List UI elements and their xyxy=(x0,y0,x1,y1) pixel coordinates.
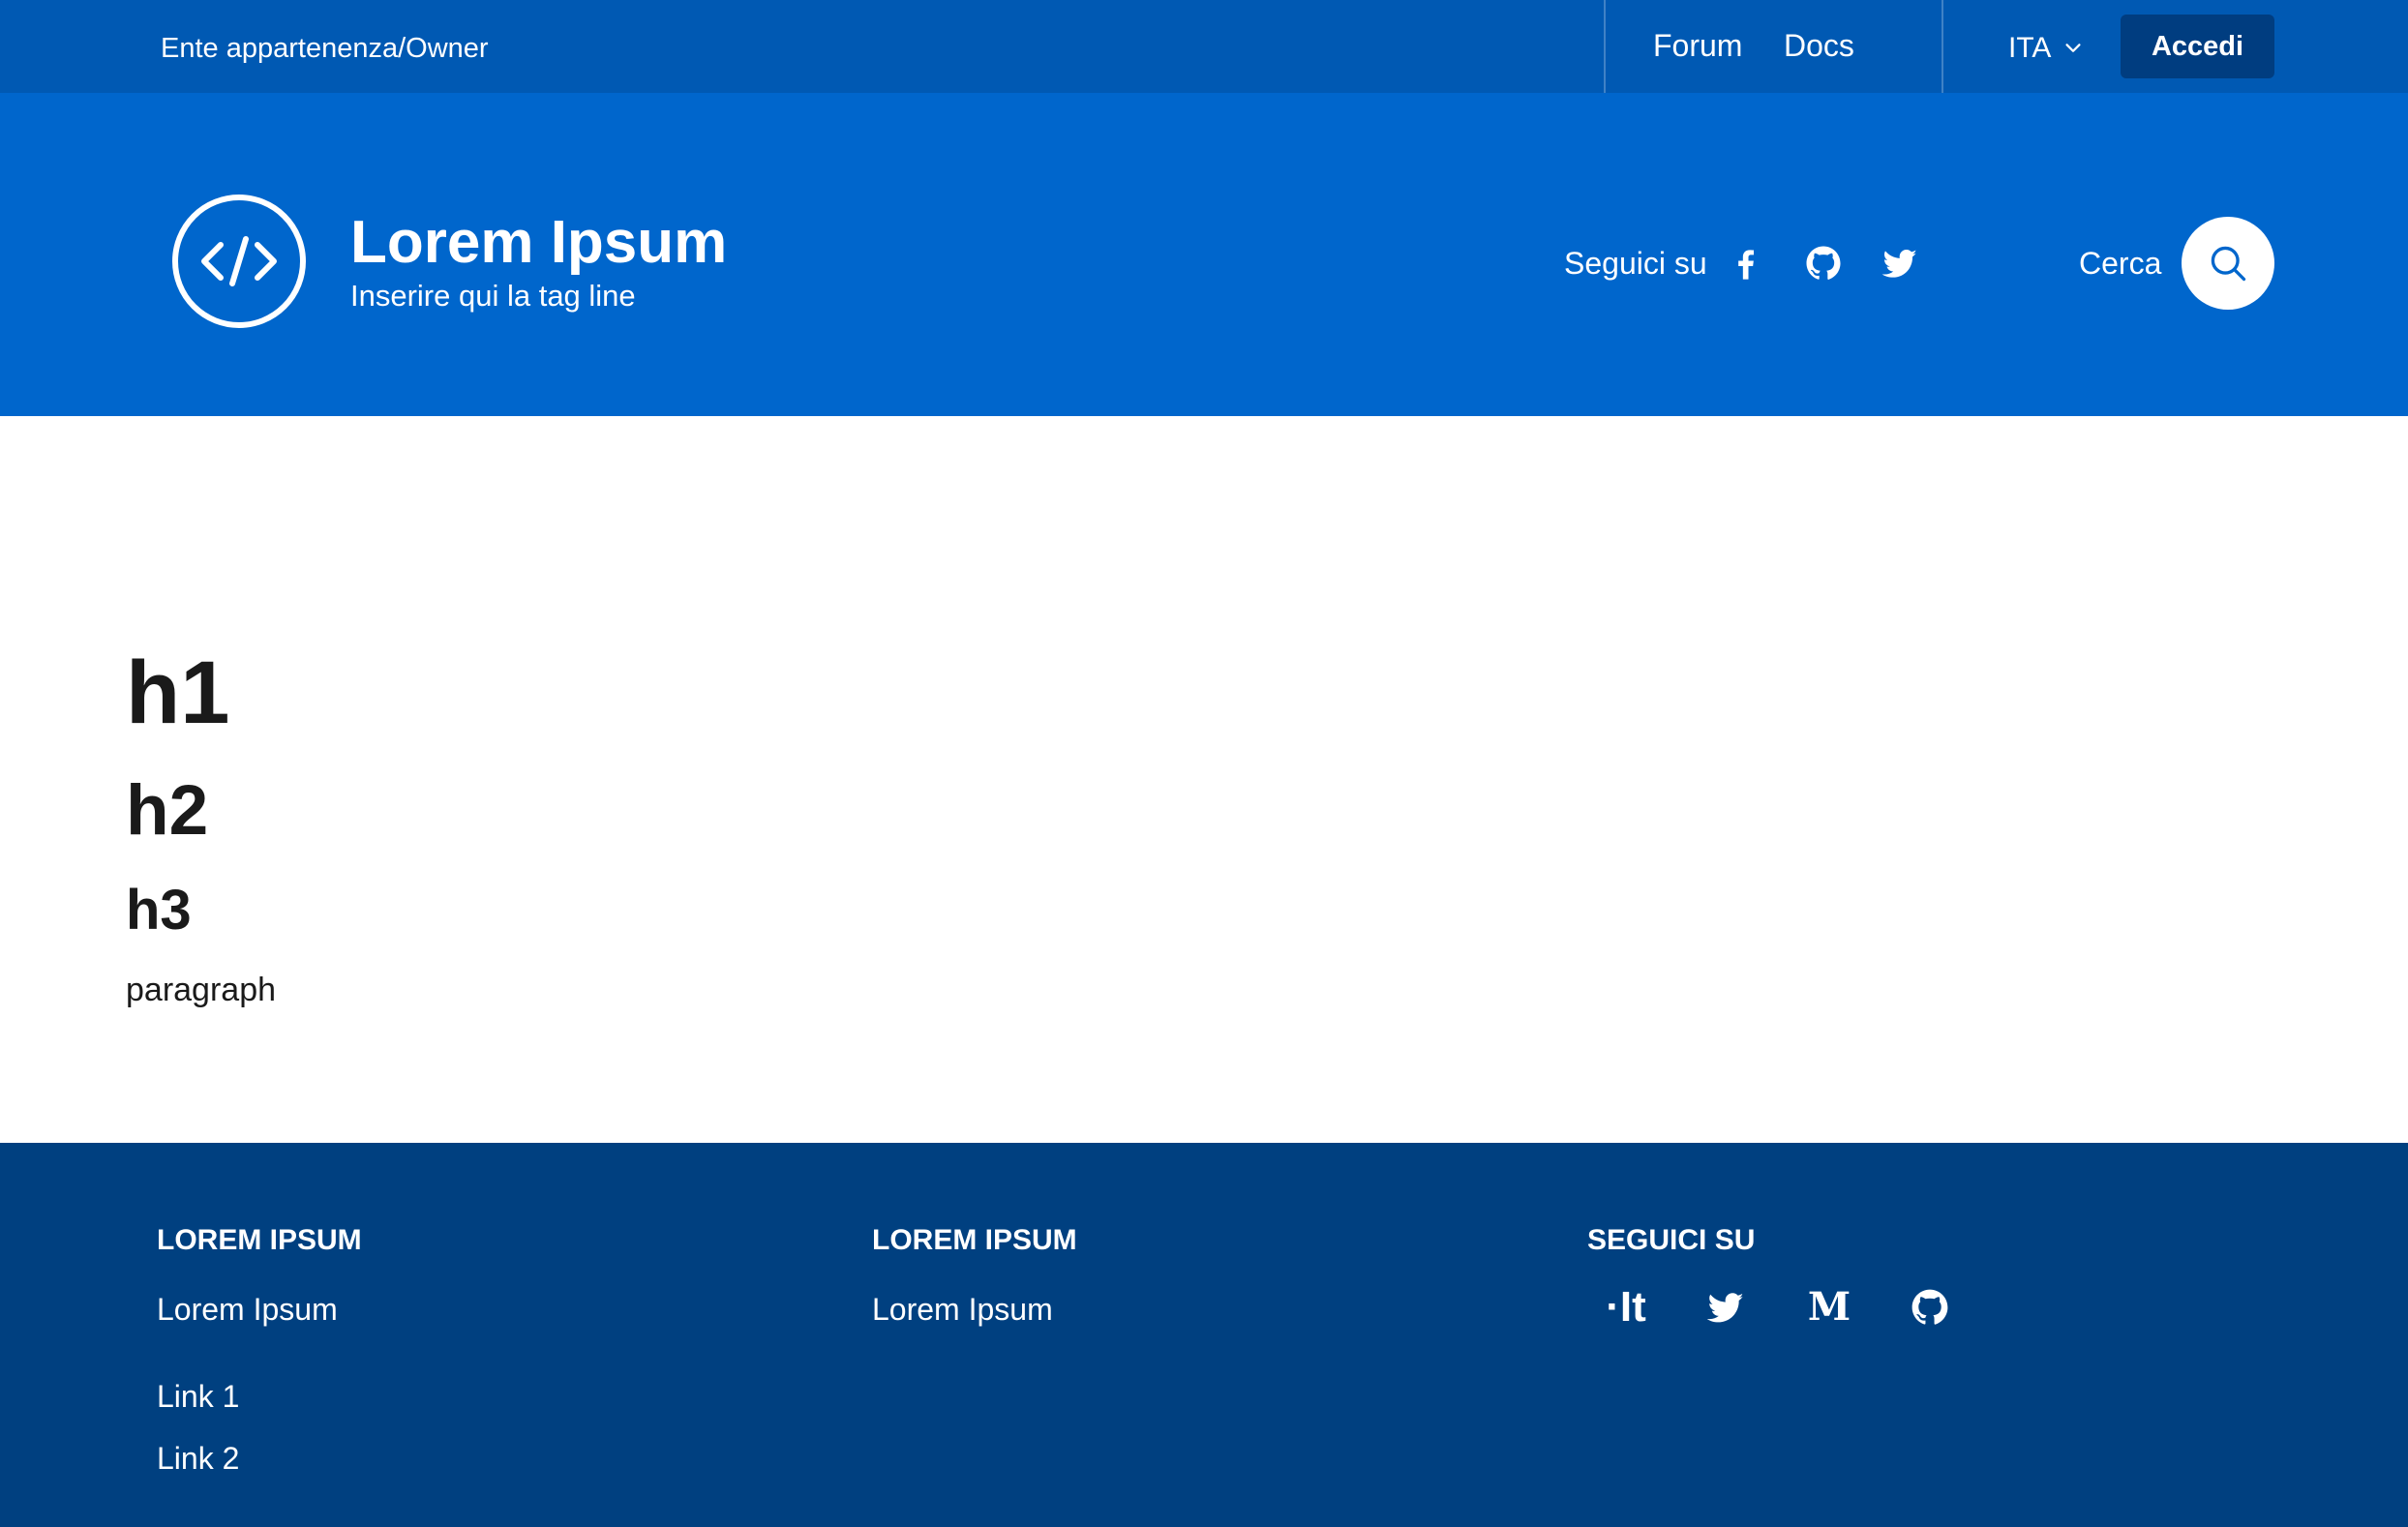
footer-col1-text: Lorem Ipsum xyxy=(157,1292,338,1327)
slim-header: Ente appartenenza/Owner Forum Docs ITA A… xyxy=(0,0,2408,93)
owner-link[interactable]: Ente appartenenza/Owner xyxy=(161,29,489,68)
footer-follow-heading: SEGUICI SU xyxy=(1587,1224,1756,1256)
brand-title[interactable]: Lorem Ipsum xyxy=(350,207,727,279)
brand-tagline: Inserire qui la tag line xyxy=(350,279,636,313)
chevron-down-icon xyxy=(2065,44,2082,52)
twitter-icon[interactable] xyxy=(1699,1280,1753,1334)
footer-link-2[interactable]: Link 2 xyxy=(157,1437,239,1480)
github-icon[interactable] xyxy=(1903,1280,1957,1334)
nav-link-2[interactable]: Link 2 xyxy=(386,461,479,507)
footer-link-1[interactable]: Link 1 xyxy=(157,1375,239,1418)
language-label: ITA xyxy=(2008,32,2052,64)
slim-divider xyxy=(1604,0,1606,93)
follow-label: Seguici su xyxy=(1564,246,1707,281)
paragraph-text: paragraph xyxy=(126,972,277,1008)
heading-h1: h1 xyxy=(126,644,230,742)
footer-col2-heading: LOREM IPSUM xyxy=(872,1224,1077,1256)
medium-icon[interactable]: M xyxy=(1802,1280,1856,1334)
facebook-icon[interactable] xyxy=(1725,242,1767,284)
github-icon[interactable] xyxy=(1802,242,1845,284)
forum-link[interactable]: Forum xyxy=(1653,25,1742,66)
language-dropdown[interactable]: ITA xyxy=(2008,29,2084,68)
login-button[interactable]: Accedi xyxy=(2121,15,2274,78)
twitter-icon[interactable] xyxy=(1879,242,1921,284)
center-header: Lorem Ipsum Inserire qui la tag line Seg… xyxy=(0,93,2408,416)
search-icon xyxy=(2211,246,2246,282)
heading-h3: h3 xyxy=(126,879,192,942)
footer-col1-heading: LOREM IPSUM xyxy=(157,1224,362,1256)
code-icon xyxy=(172,195,306,328)
heading-h2: h2 xyxy=(126,771,209,850)
docs-link[interactable]: Docs xyxy=(1784,25,1854,66)
footer: LOREM IPSUM Lorem Ipsum Link 1 Link 2 LO… xyxy=(0,1143,2408,1527)
search-button[interactable] xyxy=(2182,217,2274,310)
slim-divider xyxy=(1941,0,1943,93)
search-label: Cerca xyxy=(2079,246,2162,281)
footer-col2-text: Lorem Ipsum xyxy=(872,1292,1053,1327)
nav-dropdown[interactable]: Dropdown xyxy=(566,461,725,507)
designers-italia-icon[interactable]: ·It xyxy=(1599,1280,1653,1334)
nav-link-1[interactable]: Link 1 xyxy=(207,461,300,507)
